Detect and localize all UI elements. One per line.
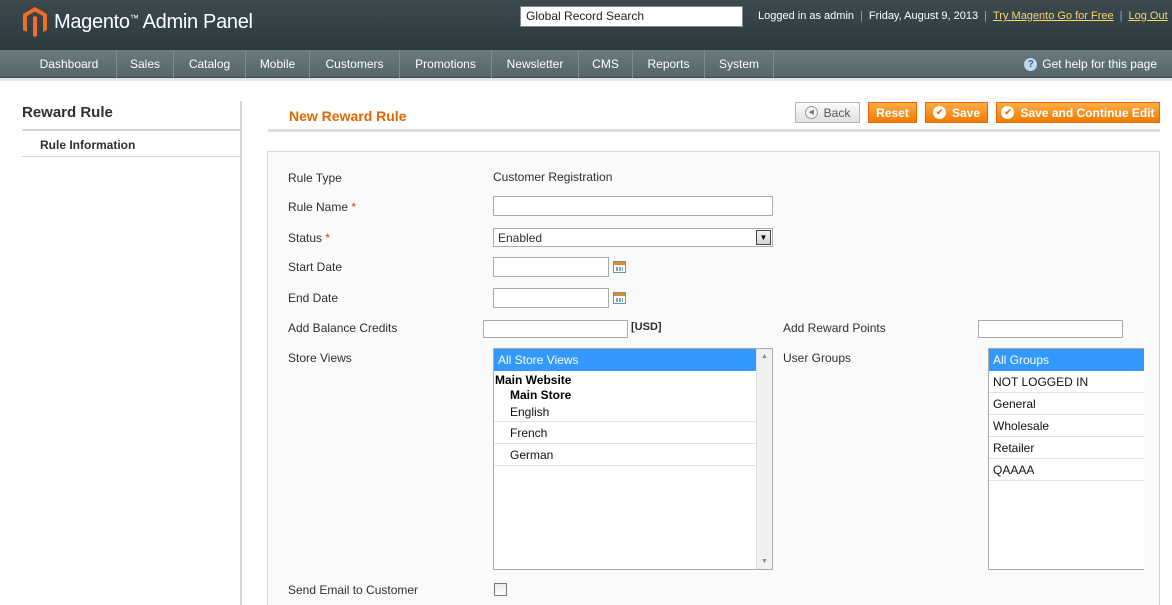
- back-arrow-icon: ◀: [804, 106, 818, 119]
- scroll-up-icon[interactable]: ▲: [757, 349, 772, 364]
- nav-sales[interactable]: Sales: [117, 50, 174, 78]
- user-groups-label: User Groups: [783, 351, 852, 365]
- back-button-label: Back: [823, 105, 851, 120]
- nav-reports[interactable]: Reports: [633, 50, 705, 78]
- rule-name-label: Rule Name *: [288, 200, 357, 214]
- content-divider: [0, 78, 1172, 81]
- sidebar-divider: [240, 101, 242, 605]
- nav-customers[interactable]: Customers: [310, 50, 400, 78]
- list-item[interactable]: General: [989, 393, 1144, 415]
- status-select-value: Enabled: [498, 231, 543, 245]
- nav-system[interactable]: System: [705, 50, 774, 78]
- send-email-checkbox[interactable]: [494, 583, 507, 596]
- list-item[interactable]: German: [494, 444, 772, 466]
- send-email-label: Send Email to Customer: [288, 583, 419, 597]
- nav-catalog[interactable]: Catalog: [174, 50, 246, 78]
- list-item[interactable]: Retailer: [989, 437, 1144, 459]
- help-icon: ?: [1024, 57, 1038, 71]
- reset-button[interactable]: Reset: [868, 102, 917, 123]
- balance-credits-label: Add Balance Credits: [288, 321, 398, 335]
- tab-rule-information[interactable]: Rule Information: [22, 131, 241, 157]
- check-icon: ✔: [932, 106, 946, 119]
- logout-link[interactable]: Log Out: [1129, 10, 1168, 22]
- status-select[interactable]: Enabled ▼: [493, 228, 773, 247]
- rule-type-label: Rule Type: [288, 171, 342, 185]
- magento-logo[interactable]: Magento™ Admin Panel: [22, 6, 253, 38]
- scrollbar[interactable]: ▲ ▼: [756, 349, 772, 569]
- optgroup-website: Main Website: [495, 373, 572, 387]
- chevron-down-icon: ▼: [756, 230, 771, 245]
- sidebar-title: Reward Rule: [22, 104, 113, 121]
- logo-text: Magento™ Admin Panel: [54, 10, 253, 33]
- help-text: Get help for this page: [1042, 57, 1157, 71]
- list-item[interactable]: Wholesale: [989, 415, 1144, 437]
- reward-points-label: Add Reward Points: [783, 321, 886, 335]
- date-text: Friday, August 9, 2013: [868, 10, 979, 22]
- save-button[interactable]: ✔ Save: [925, 102, 988, 123]
- end-date-input[interactable]: [493, 288, 609, 308]
- nav-mobile[interactable]: Mobile: [246, 50, 310, 78]
- list-item[interactable]: All Groups: [989, 349, 1144, 371]
- rule-type-value: Customer Registration: [493, 170, 613, 184]
- save-button-label: Save: [951, 105, 981, 120]
- user-groups-multiselect[interactable]: All Groups NOT LOGGED IN General Wholesa…: [988, 348, 1144, 570]
- scroll-down-icon[interactable]: ▼: [757, 554, 772, 569]
- try-magento-go-link[interactable]: Try Magento Go for Free: [993, 10, 1114, 22]
- title-divider: [268, 129, 1160, 132]
- logged-in-text: Logged in as admin: [758, 10, 855, 22]
- calendar-icon[interactable]: [613, 261, 626, 273]
- main-nav: Dashboard Sales Catalog Mobile Customers…: [0, 50, 1172, 78]
- save-continue-button-label: Save and Continue Edit: [1020, 105, 1155, 120]
- start-date-input[interactable]: [493, 257, 609, 277]
- help-link[interactable]: ? Get help for this page: [1024, 50, 1157, 78]
- calendar-icon[interactable]: [613, 292, 626, 304]
- back-button[interactable]: ◀ Back: [795, 102, 860, 123]
- nav-cms[interactable]: CMS: [579, 50, 633, 78]
- currency-label: [USD]: [631, 321, 662, 333]
- list-item[interactable]: French: [494, 422, 772, 444]
- save-continue-button[interactable]: ✔ Save and Continue Edit: [996, 102, 1160, 123]
- nav-newsletter[interactable]: Newsletter: [492, 50, 579, 78]
- status-label: Status *: [288, 231, 331, 245]
- magento-logo-icon: [23, 7, 47, 37]
- page-title: New Reward Rule: [289, 108, 407, 124]
- end-date-label: End Date: [288, 291, 339, 305]
- reset-button-label: Reset: [876, 105, 909, 120]
- store-views-multiselect[interactable]: All Store Views Main Website Main Store …: [493, 348, 773, 570]
- header-links: Logged in as admin | Friday, August 9, 201…: [758, 10, 1168, 22]
- store-views-label: Store Views: [288, 351, 352, 365]
- rule-name-input[interactable]: [493, 196, 773, 216]
- list-item[interactable]: All Store Views: [494, 349, 772, 371]
- nav-promotions[interactable]: Promotions: [400, 50, 492, 78]
- nav-dashboard[interactable]: Dashboard: [22, 50, 117, 78]
- tab-rule-information-label: Rule Information: [40, 138, 136, 152]
- balance-credits-input[interactable]: [483, 320, 628, 338]
- start-date-label: Start Date: [288, 260, 343, 274]
- check-icon: ✔: [1001, 106, 1015, 119]
- list-item[interactable]: English: [494, 403, 772, 422]
- global-search-input[interactable]: Global Record Search: [520, 6, 743, 27]
- header: Magento™ Admin Panel Global Record Searc…: [0, 0, 1172, 50]
- optgroup-store: Main Store: [510, 388, 572, 402]
- list-item[interactable]: QAAAA: [989, 459, 1144, 481]
- list-item[interactable]: NOT LOGGED IN: [989, 371, 1144, 393]
- reward-points-input[interactable]: [978, 320, 1123, 338]
